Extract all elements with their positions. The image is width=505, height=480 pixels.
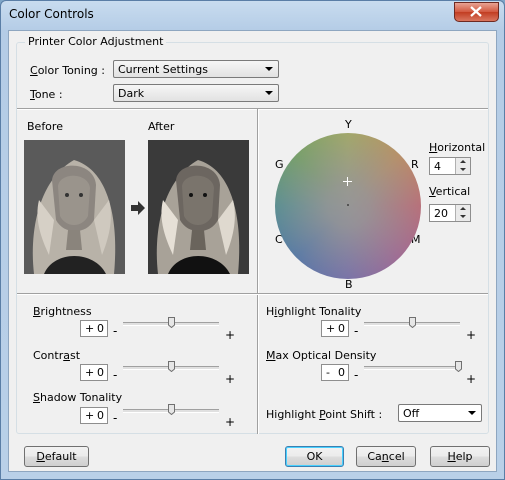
color-toning-label: Color Toning : xyxy=(30,64,105,77)
wheel-label-r: R xyxy=(411,158,419,171)
printer-color-adjustment-group: Printer Color Adjustment Color Toning : … xyxy=(16,35,489,434)
color-wheel[interactable] xyxy=(275,133,421,279)
contrast-value-box[interactable]: +0 xyxy=(80,364,108,381)
minus-sign: - xyxy=(354,368,359,382)
slider-thumb[interactable] xyxy=(168,404,175,415)
highlight-tonality-label: Highlight Tonality xyxy=(266,305,362,318)
window-title: Color Controls xyxy=(9,7,94,21)
max-optical-density-slider-track[interactable] xyxy=(364,366,460,370)
help-button[interactable]: Help xyxy=(430,446,490,467)
wheel-label-y: Y xyxy=(345,118,352,131)
color-toning-dropdown[interactable]: Current Settings xyxy=(113,60,279,78)
slider-thumb[interactable] xyxy=(455,361,462,372)
contrast-label: Contrast xyxy=(33,349,81,362)
tone-label: Tone : xyxy=(30,88,63,101)
wheel-label-g: G xyxy=(275,158,284,171)
highlight-point-shift-value: Off xyxy=(403,407,420,420)
spin-down-arrow-icon[interactable] xyxy=(456,213,470,221)
minus-sign: - xyxy=(113,324,118,338)
minus-sign: - xyxy=(113,411,118,425)
highlight-point-shift-label: Highlight Point Shift : xyxy=(266,408,383,421)
vertical-spinbox[interactable]: 20 xyxy=(429,204,471,222)
arrow-right-icon xyxy=(131,201,145,215)
horizontal-value: 4 xyxy=(434,160,441,173)
highlight-tonality-value-box[interactable]: +0 xyxy=(321,320,349,337)
vertical-value: 20 xyxy=(434,207,448,220)
spin-down-arrow-icon[interactable] xyxy=(456,166,470,174)
color-toning-value: Current Settings xyxy=(118,63,208,76)
cancel-button[interactable]: Cancel xyxy=(356,446,416,467)
tone-dropdown[interactable]: Dark xyxy=(113,84,279,102)
title-bar[interactable]: Color Controls xyxy=(1,1,504,29)
ok-button[interactable]: OK xyxy=(285,446,344,467)
before-label: Before xyxy=(27,120,63,133)
chevron-down-icon xyxy=(468,411,476,415)
dialog-client-area: Printer Color Adjustment Color Toning : … xyxy=(8,30,497,472)
color-controls-window: Color Controls Printer Color Adjustment … xyxy=(0,0,505,480)
horizontal-spinbox[interactable]: 4 xyxy=(429,157,471,175)
slider-thumb[interactable] xyxy=(409,317,416,328)
group-title: Printer Color Adjustment xyxy=(25,35,167,48)
brightness-value-box[interactable]: +0 xyxy=(80,320,108,337)
plus-sign: + xyxy=(225,372,236,386)
shadow-tonality-value-box[interactable]: +0 xyxy=(80,407,108,424)
crosshair-icon xyxy=(343,177,352,186)
plus-sign: + xyxy=(466,328,477,342)
wheel-label-b: B xyxy=(345,278,353,291)
minus-sign: - xyxy=(113,368,118,382)
slider-thumb[interactable] xyxy=(168,317,175,328)
after-label: After xyxy=(148,120,175,133)
vertical-label: Vertical xyxy=(429,185,471,198)
minus-sign: - xyxy=(354,324,359,338)
close-button[interactable] xyxy=(454,2,499,22)
before-preview-image xyxy=(24,140,125,274)
plus-sign: + xyxy=(466,372,477,386)
horizontal-label: Horizontal xyxy=(429,141,486,154)
max-optical-density-value-box[interactable]: -0 xyxy=(321,364,349,381)
slider-thumb[interactable] xyxy=(168,361,175,372)
chevron-down-icon xyxy=(265,67,273,71)
divider xyxy=(17,108,488,110)
center-dot xyxy=(347,204,349,206)
plus-sign: + xyxy=(225,415,236,429)
brightness-label: Brightness xyxy=(33,305,92,318)
chevron-down-icon xyxy=(265,91,273,95)
plus-sign: + xyxy=(225,328,236,342)
divider xyxy=(257,109,259,434)
divider xyxy=(17,293,488,295)
default-button[interactable]: Default xyxy=(24,446,89,467)
after-preview-image xyxy=(148,140,249,274)
shadow-tonality-label: Shadow Tonality xyxy=(33,391,123,404)
max-optical-density-label: Max Optical Density xyxy=(266,349,377,362)
close-icon xyxy=(470,6,482,17)
highlight-point-shift-dropdown[interactable]: Off xyxy=(398,404,482,422)
tone-value: Dark xyxy=(118,87,145,100)
